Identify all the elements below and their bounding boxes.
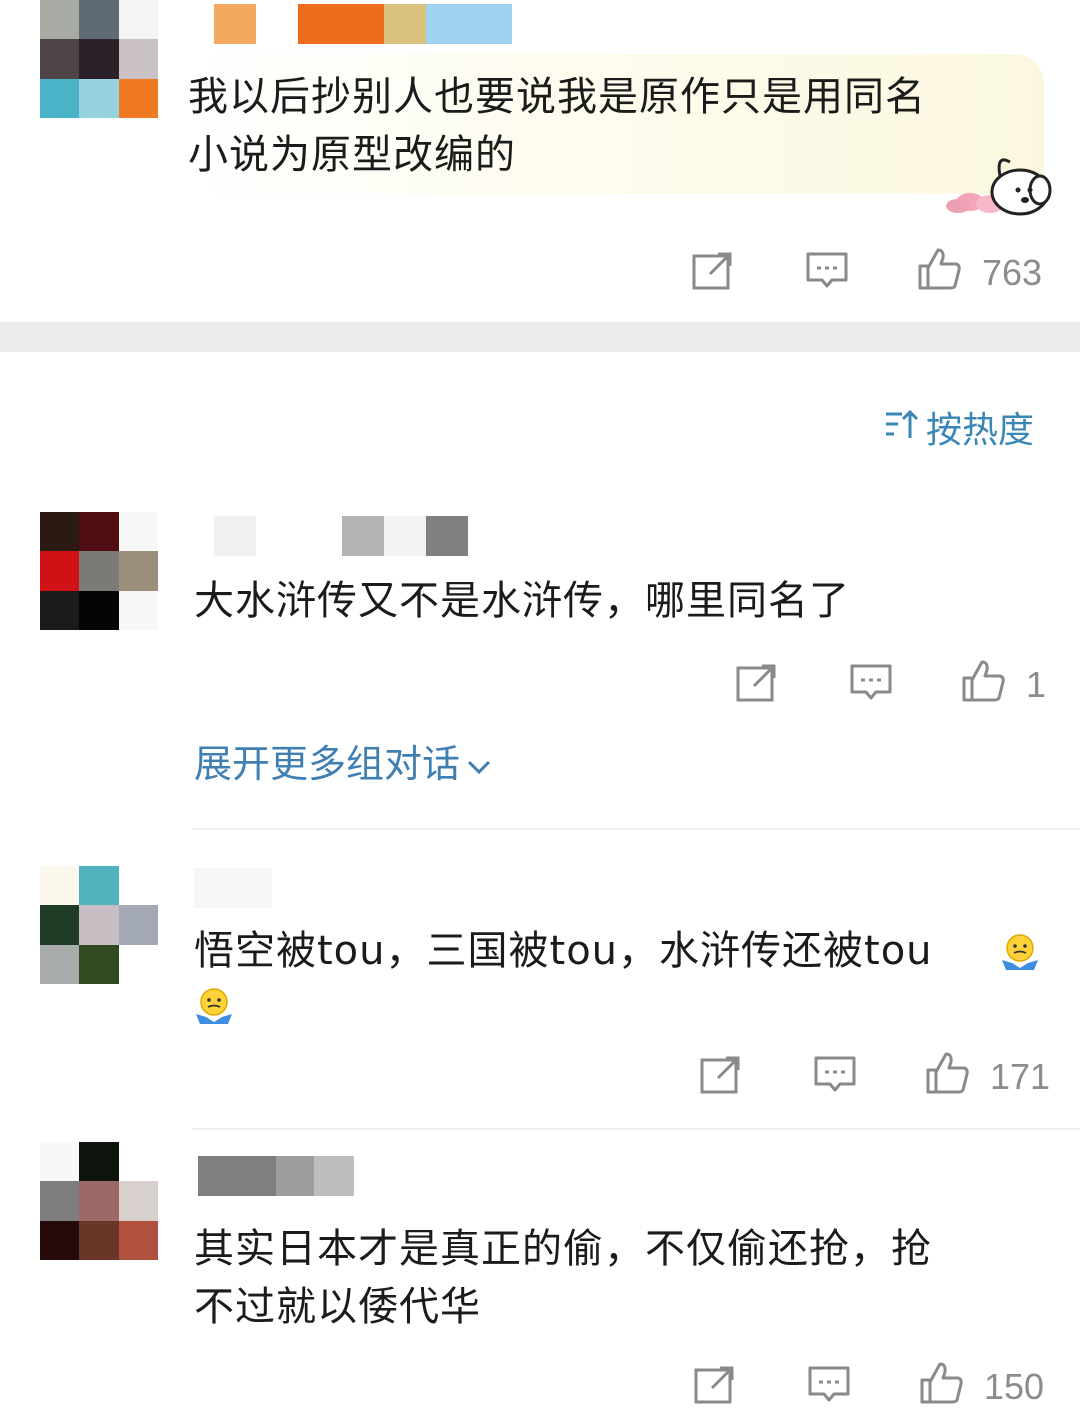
comment-text-line: 悟空被tou，三国被tou，水浒传还被tou <box>194 928 933 974</box>
comment-text-line: 小说为原型改编的 <box>188 132 516 178</box>
username[interactable] <box>214 4 512 44</box>
comment-text: 悟空被tou，三国被tou，水浒传还被tou <box>194 922 933 980</box>
comment-text: 我以后抄别人也要说我是原作只是用同名 小说为原型改编的 <box>188 68 926 184</box>
sort-icon <box>884 408 920 454</box>
section-separator <box>0 322 1080 352</box>
dog-sticker-icon <box>930 132 1064 218</box>
like-count: 763 <box>982 252 1043 293</box>
like-count: 1 <box>1026 664 1047 705</box>
comment-divider <box>192 1128 1080 1130</box>
comment-text: 大水浒传又不是水浒传，哪里同名了 <box>194 572 850 630</box>
shrug-emoji-icon <box>192 984 236 1028</box>
comment-text-line: 不过就以倭代华 <box>194 1284 481 1330</box>
like-count: 150 <box>984 1366 1045 1407</box>
like-count: 171 <box>990 1056 1051 1097</box>
share-icon[interactable] <box>734 660 780 706</box>
shrug-emoji-icon <box>998 930 1042 974</box>
share-icon[interactable] <box>690 248 736 294</box>
expand-conversation-link[interactable]: 展开更多组对话 <box>194 738 492 790</box>
username[interactable] <box>214 516 468 556</box>
sort-button[interactable]: 按热度 <box>884 408 1034 454</box>
comment-text-line: 我以后抄别人也要说我是原作只是用同名 <box>188 74 926 120</box>
username[interactable] <box>198 1156 354 1196</box>
share-icon[interactable] <box>692 1362 738 1408</box>
comment-text-line: 大水浒传又不是水浒传，哪里同名了 <box>194 578 850 624</box>
chevron-down-icon <box>466 738 492 790</box>
thumbs-up-icon[interactable] <box>918 1360 964 1406</box>
thumbs-up-icon[interactable] <box>960 658 1006 704</box>
expand-label: 展开更多组对话 <box>194 742 461 786</box>
username[interactable] <box>194 868 272 908</box>
comment-text-line: 其实日本才是真正的偷，不仅偷还抢，抢 <box>194 1226 932 1272</box>
comment-text: 其实日本才是真正的偷，不仅偷还抢，抢 不过就以倭代华 <box>194 1220 932 1336</box>
comment-icon[interactable] <box>806 1362 852 1408</box>
comment-icon[interactable] <box>804 248 850 294</box>
avatar[interactable] <box>40 1142 159 1261</box>
thumbs-up-icon[interactable] <box>916 246 962 292</box>
avatar[interactable] <box>40 512 159 631</box>
comment-icon[interactable] <box>848 660 894 706</box>
avatar[interactable] <box>40 866 159 985</box>
thumbs-up-icon[interactable] <box>924 1050 970 1096</box>
comment-icon[interactable] <box>812 1052 858 1098</box>
share-icon[interactable] <box>698 1052 744 1098</box>
sort-label: 按热度 <box>925 410 1034 451</box>
comment-divider <box>192 828 1080 830</box>
avatar[interactable] <box>40 0 159 119</box>
